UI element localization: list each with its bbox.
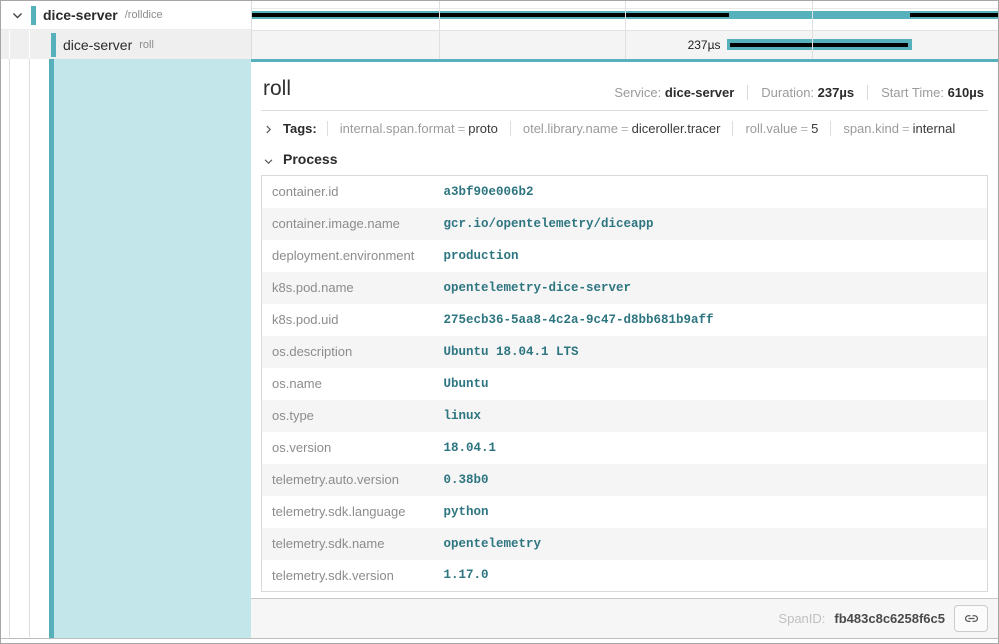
service-name: dice-server	[63, 37, 132, 53]
deep-link-button[interactable]	[954, 605, 988, 632]
span-operation-title: roll	[263, 77, 291, 100]
table-row: k8s.pod.uid275ecb36-5aa8-4c2a-9c47-d8bb6…	[262, 304, 988, 336]
span-overview: Service: dice-server Duration: 237µs Sta…	[601, 85, 986, 100]
operation-name: roll	[139, 39, 154, 51]
attribute-value: opentelemetry-dice-server	[434, 272, 988, 304]
timeline-roll[interactable]: 237µs	[251, 30, 998, 59]
critical-path-segment	[252, 13, 729, 17]
table-row: telemetry.sdk.nameopentelemetry	[262, 528, 988, 560]
table-row: deployment.environmentproduction	[262, 240, 988, 272]
indent-guide	[9, 30, 10, 59]
span-color-bar	[31, 6, 36, 25]
tag-item: span.kind=internal	[830, 121, 967, 136]
attribute-key: telemetry.sdk.name	[262, 528, 434, 560]
attribute-value: Ubuntu	[434, 368, 988, 400]
attribute-value: Ubuntu 18.04.1 LTS	[434, 336, 988, 368]
overview-start-time: Start Time: 610µs	[867, 85, 986, 100]
table-row: os.nameUbuntu	[262, 368, 988, 400]
overview-duration: Duration: 237µs	[747, 85, 867, 100]
service-name: dice-server	[43, 7, 118, 23]
tags-accordion[interactable]: Tags: internal.span.format=proto otel.li…	[261, 111, 988, 144]
timeline-rolldice[interactable]	[251, 1, 998, 30]
tag-item: internal.span.format=proto	[327, 121, 510, 136]
indent-guide	[9, 59, 10, 637]
attribute-key: os.type	[262, 400, 434, 432]
critical-path-segment	[730, 43, 908, 47]
trace-timeline-window: dice-server /rolldice dice-server roll 2…	[0, 0, 999, 644]
attribute-key: k8s.pod.name	[262, 272, 434, 304]
timeline-gridline	[812, 1, 813, 30]
attribute-value: 275ecb36-5aa8-4c2a-9c47-d8bb681b9aff	[434, 304, 988, 336]
chevron-down-icon[interactable]	[11, 9, 24, 22]
span-row-roll[interactable]: dice-server roll 237µs	[1, 30, 998, 59]
spanid-value: fb483c8c6258f6c5	[834, 611, 945, 626]
indent-guide	[29, 30, 30, 59]
timeline-gridline	[625, 31, 626, 59]
chevron-down-icon[interactable]	[263, 154, 274, 165]
span-name-cell-roll[interactable]: dice-server roll	[1, 30, 251, 59]
span-color-bar	[51, 33, 56, 57]
link-icon	[962, 611, 981, 626]
process-accordion[interactable]: Process	[261, 144, 988, 175]
attribute-value: 1.17.0	[434, 560, 988, 592]
timeline-gridline	[625, 1, 626, 30]
critical-path-segment	[910, 13, 998, 17]
span-duration-label: 237µs	[688, 38, 721, 52]
detail-header: roll Service: dice-server Duration: 237µ…	[261, 62, 988, 111]
table-row: k8s.pod.nameopentelemetry-dice-server	[262, 272, 988, 304]
operation-name: /rolldice	[125, 9, 163, 21]
attribute-value: python	[434, 496, 988, 528]
process-header-label: Process	[283, 151, 337, 167]
attribute-key: telemetry.sdk.version	[262, 560, 434, 592]
timeline-gridline	[812, 31, 813, 59]
attribute-key: container.id	[262, 176, 434, 208]
span-detail-row: roll Service: dice-server Duration: 237µ…	[1, 59, 998, 639]
attribute-key: deployment.environment	[262, 240, 434, 272]
table-row: telemetry.auto.version0.38b0	[262, 464, 988, 496]
attribute-value: linux	[434, 400, 988, 432]
process-table: container.ida3bf90e006b2 container.image…	[261, 175, 988, 592]
attribute-value: opentelemetry	[434, 528, 988, 560]
indent-guide	[29, 59, 30, 637]
overview-service: Service: dice-server	[601, 85, 747, 100]
span-detail-panel: roll Service: dice-server Duration: 237µ…	[251, 59, 998, 638]
attribute-key: container.image.name	[262, 208, 434, 240]
timeline-gridline	[439, 31, 440, 59]
tag-item: roll.value=5	[732, 121, 830, 136]
attribute-key: k8s.pod.uid	[262, 304, 434, 336]
spanid-label: SpanID:	[778, 611, 825, 626]
table-row: container.ida3bf90e006b2	[262, 176, 988, 208]
span-name-cell-rolldice[interactable]: dice-server /rolldice	[1, 1, 251, 30]
span-row-rolldice[interactable]: dice-server /rolldice	[1, 1, 998, 30]
chevron-right-icon[interactable]	[263, 123, 274, 134]
table-row: telemetry.sdk.languagepython	[262, 496, 988, 528]
table-row: os.typelinux	[262, 400, 988, 432]
detail-indent-pane	[1, 59, 251, 638]
timeline-gridline	[439, 1, 440, 30]
detail-footer: SpanID: fb483c8c6258f6c5	[251, 598, 998, 638]
attribute-key: telemetry.auto.version	[262, 464, 434, 496]
attribute-value: 18.04.1	[434, 432, 988, 464]
attribute-key: os.description	[262, 336, 434, 368]
attribute-value: production	[434, 240, 988, 272]
tag-item: otel.library.name=diceroller.tracer	[510, 121, 733, 136]
table-row: os.version18.04.1	[262, 432, 988, 464]
table-row: os.descriptionUbuntu 18.04.1 LTS	[262, 336, 988, 368]
tags-header-label: Tags:	[283, 121, 317, 136]
table-row: container.image.namegcr.io/opentelemetry…	[262, 208, 988, 240]
attribute-value: gcr.io/opentelemetry/diceapp	[434, 208, 988, 240]
attribute-key: os.version	[262, 432, 434, 464]
attribute-value: a3bf90e006b2	[434, 176, 988, 208]
attribute-value: 0.38b0	[434, 464, 988, 496]
table-row: telemetry.sdk.version1.17.0	[262, 560, 988, 592]
attribute-key: os.name	[262, 368, 434, 400]
attribute-key: telemetry.sdk.language	[262, 496, 434, 528]
selected-span-highlight	[54, 59, 251, 638]
